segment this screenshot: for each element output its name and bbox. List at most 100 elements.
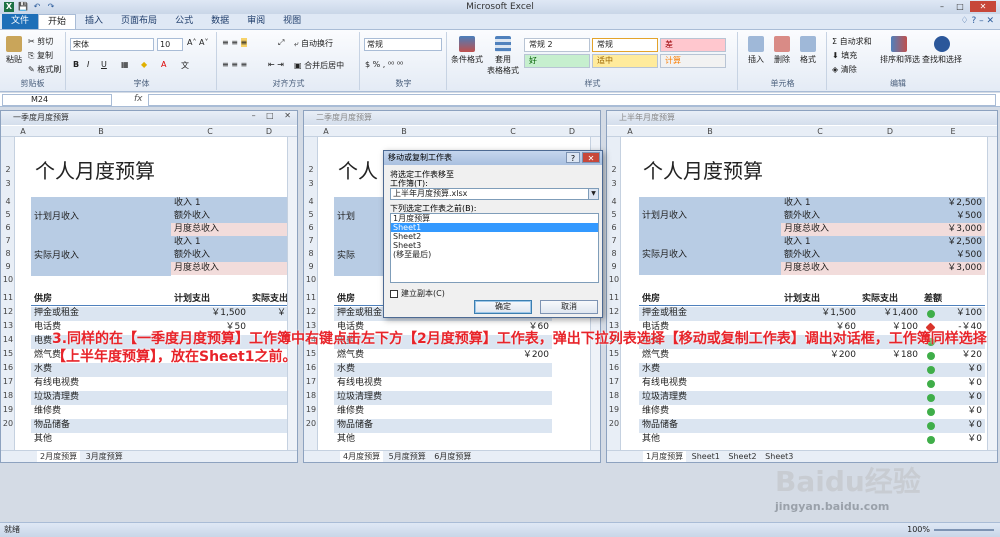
italic-button[interactable]: I <box>87 60 89 69</box>
row-number[interactable]: 18 <box>1 391 15 400</box>
sheet-tab[interactable]: 1月度预算 <box>643 451 687 462</box>
minimize-button[interactable]: – <box>934 1 950 12</box>
tab-view[interactable]: 视图 <box>274 14 310 29</box>
cancel-button[interactable]: 取消 <box>540 300 598 314</box>
col-a[interactable]: A <box>15 126 31 137</box>
phonetic-icon[interactable]: 文 <box>181 60 189 71</box>
col-c[interactable]: C <box>781 126 859 137</box>
border-icon[interactable]: ▦ <box>121 60 129 69</box>
row-number[interactable]: 6 <box>607 223 621 232</box>
sheet-tab[interactable]: 3月度预算 <box>83 451 126 462</box>
row-number[interactable]: 11 <box>304 293 318 302</box>
maximize-button[interactable]: □ <box>952 1 968 12</box>
format-cells-button[interactable]: 格式 <box>797 36 819 65</box>
row-number[interactable]: 17 <box>1 377 15 386</box>
row-number[interactable]: 7 <box>1 236 15 245</box>
workbook-title[interactable]: 上半年月度预算 <box>607 111 997 125</box>
row-number[interactable]: 4 <box>607 197 621 206</box>
col-b[interactable]: B <box>31 126 171 137</box>
col-a[interactable]: A <box>318 126 334 137</box>
row-number[interactable]: 7 <box>607 236 621 245</box>
find-select-button[interactable]: 查找和选择 <box>922 36 962 65</box>
row-number[interactable]: 8 <box>607 249 621 258</box>
row-number[interactable]: 10 <box>304 275 318 284</box>
table-header[interactable]: 差额 <box>921 293 985 306</box>
orientation-icon[interactable]: ⤢ <box>278 38 284 48</box>
row-number[interactable]: 20 <box>1 419 15 428</box>
sheet-tab[interactable]: Sheet1 <box>689 451 723 462</box>
table-header[interactable]: 实际支出 <box>859 293 921 306</box>
close-button[interactable]: ✕ <box>970 1 996 12</box>
font-color-icon[interactable]: A <box>161 60 166 69</box>
row-number[interactable]: 17 <box>607 377 621 386</box>
ok-button[interactable]: 确定 <box>474 300 532 314</box>
merge-center-button[interactable]: ▣ 合并后居中 <box>294 60 344 71</box>
sheet-list-item[interactable]: (移至最后) <box>391 250 598 259</box>
name-box[interactable]: M24 <box>2 94 112 106</box>
row-number[interactable]: 9 <box>1 262 15 271</box>
row-number[interactable]: 20 <box>304 419 318 428</box>
paste-button[interactable]: 粘贴 <box>4 36 24 65</box>
row-number[interactable]: 3 <box>1 179 15 188</box>
row-number[interactable]: 13 <box>607 321 621 330</box>
row-number[interactable]: 5 <box>304 210 318 219</box>
sheet-tab[interactable]: 4月度预算 <box>340 451 384 462</box>
vertical-scrollbar[interactable] <box>987 137 997 450</box>
workbook-title[interactable]: 二季度月度预算 <box>304 111 600 125</box>
align-left-icon[interactable]: ≡ ≡ ≡ <box>222 60 247 69</box>
row-number[interactable]: 19 <box>304 405 318 414</box>
delete-cells-button[interactable]: 删除 <box>771 36 793 65</box>
row-number[interactable]: 9 <box>607 262 621 271</box>
row-number[interactable]: 11 <box>1 293 15 302</box>
workbook-select[interactable]: 上半年月度预算.xlsx ▼ <box>390 188 599 200</box>
table-header[interactable]: 供房 <box>31 293 171 306</box>
row-number[interactable]: 12 <box>1 307 15 316</box>
row-number[interactable]: 18 <box>607 391 621 400</box>
sheet-list-item[interactable]: 1月度预算 <box>391 214 598 223</box>
align-top-icon[interactable]: ≡ ≡ ≡ <box>222 38 248 47</box>
row-number[interactable]: 16 <box>1 363 15 372</box>
tab-home[interactable]: 开始 <box>38 14 77 29</box>
row-number[interactable]: 14 <box>1 335 15 344</box>
row-number[interactable]: 4 <box>1 197 15 206</box>
indent-icon[interactable]: ⇤ ⇥ <box>268 60 284 69</box>
sheet-list[interactable]: 1月度预算 Sheet1 Sheet2 Sheet3 (移至最后) <box>390 213 599 283</box>
col-d[interactable]: D <box>249 126 289 137</box>
grow-font-icon[interactable]: A˄ A˅ <box>187 38 209 47</box>
row-number[interactable]: 8 <box>1 249 15 258</box>
cut-button[interactable]: ✂ 剪切 <box>28 36 53 47</box>
row-number[interactable]: 10 <box>607 275 621 284</box>
workbook-controls[interactable]: – □ ✕ <box>252 111 295 120</box>
row-number[interactable]: 3 <box>304 179 318 188</box>
sheet-tab[interactable]: 2月度预算 <box>37 451 81 462</box>
col-d[interactable]: D <box>859 126 921 137</box>
style-neutral[interactable]: 适中 <box>592 54 658 68</box>
tab-page-layout[interactable]: 页面布局 <box>112 14 166 29</box>
tab-data[interactable]: 数据 <box>202 14 238 29</box>
col-c[interactable]: C <box>474 126 552 137</box>
style-calculation[interactable]: 计算 <box>660 54 726 68</box>
font-name-combo[interactable]: 宋体 <box>70 38 154 51</box>
row-number[interactable]: 19 <box>1 405 15 414</box>
row-number[interactable]: 4 <box>304 197 318 206</box>
col-b[interactable]: B <box>639 126 781 137</box>
row-number[interactable]: 5 <box>607 210 621 219</box>
tab-insert[interactable]: 插入 <box>76 14 112 29</box>
row-number[interactable]: 2 <box>607 165 621 174</box>
dialog-close-button[interactable]: ✕ <box>582 152 600 163</box>
style-normal[interactable]: 常规 <box>592 38 658 52</box>
tab-file[interactable]: 文件 <box>2 14 39 29</box>
wrap-text-button[interactable]: ⤶ 自动换行 <box>294 38 333 49</box>
fill-button[interactable]: ⬇ 填充 <box>832 50 857 61</box>
currency-icon[interactable]: $ % , ⁰⁰ ⁰⁰ <box>365 60 403 69</box>
row-number[interactable]: 18 <box>304 391 318 400</box>
row-number[interactable]: 13 <box>304 321 318 330</box>
sheet-list-item[interactable]: Sheet3 <box>391 241 598 250</box>
tab-formulas[interactable]: 公式 <box>166 14 202 29</box>
row-number[interactable]: 6 <box>1 223 15 232</box>
fill-color-icon[interactable]: ◆ <box>141 60 147 69</box>
row-number[interactable]: 5 <box>1 210 15 219</box>
col-b[interactable]: B <box>334 126 474 137</box>
row-number[interactable]: 10 <box>1 275 15 284</box>
chevron-down-icon[interactable]: ▼ <box>588 189 598 199</box>
